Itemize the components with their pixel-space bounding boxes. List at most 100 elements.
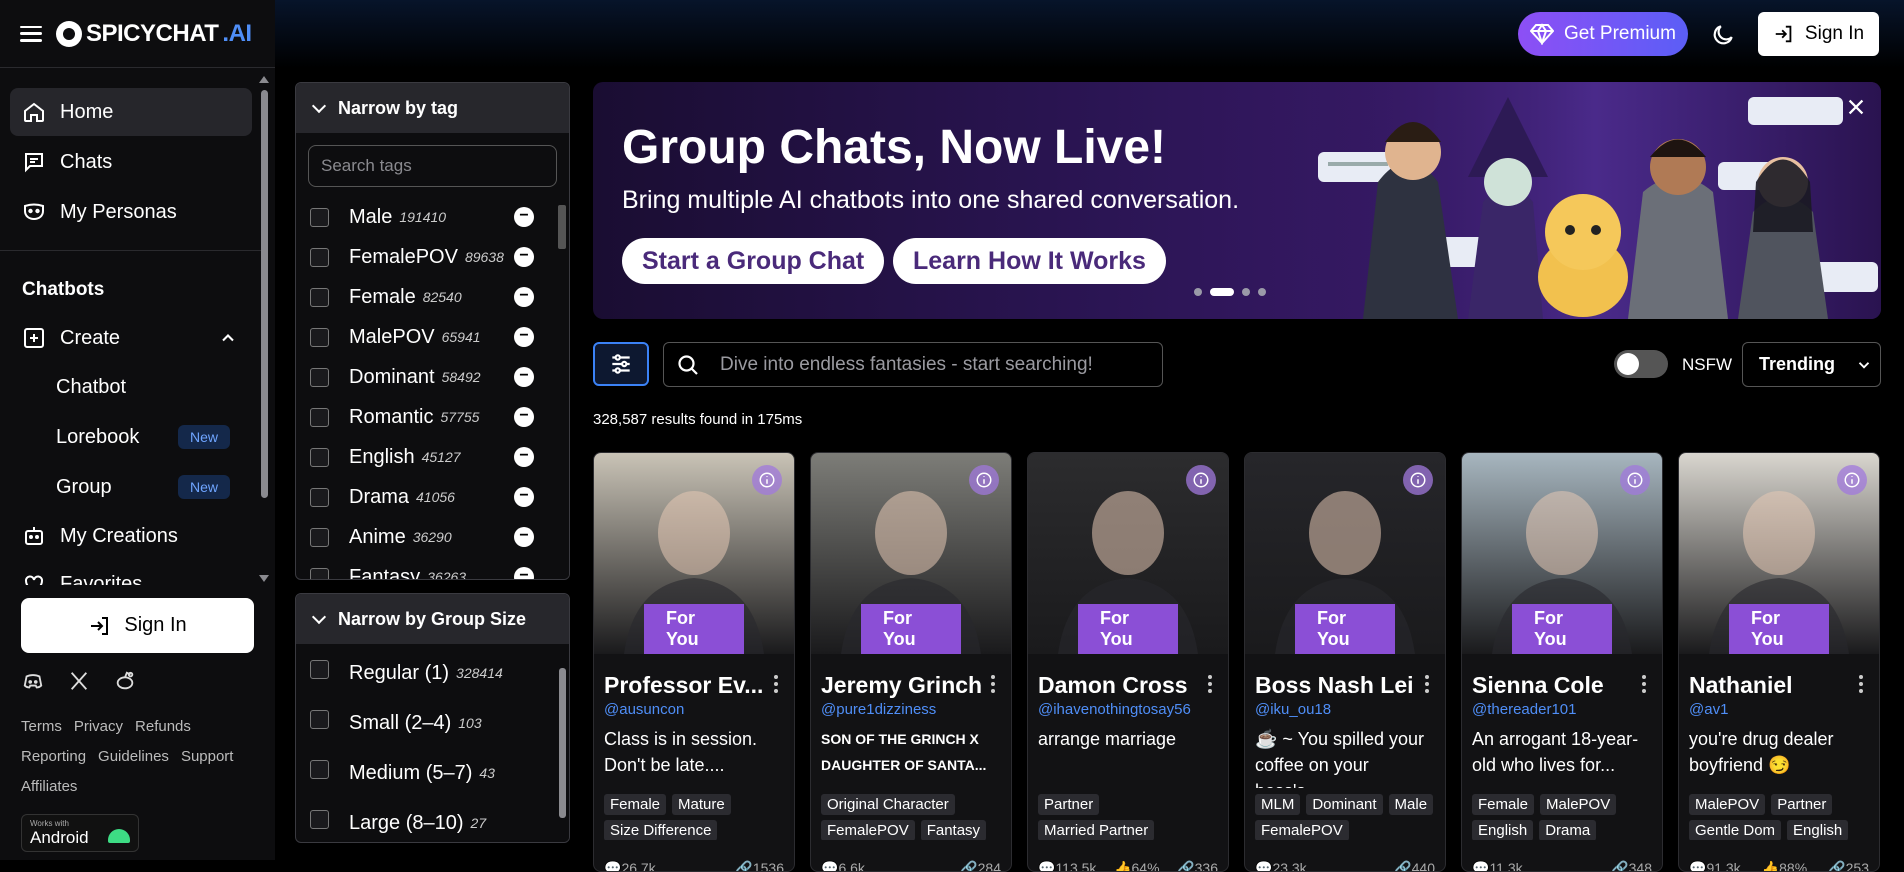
card-tag[interactable]: Original Character	[821, 794, 955, 815]
card-tag[interactable]: English	[1472, 820, 1534, 840]
logo[interactable]: SPICYCHAT .AI	[56, 20, 252, 48]
card-tag[interactable]: Female	[604, 794, 667, 815]
chatbot-card[interactable]: For You Jeremy Grinch @pure1dizziness SO…	[810, 452, 1012, 872]
x-twitter-icon[interactable]	[68, 670, 90, 692]
exclude-tag-button[interactable]: −	[514, 567, 534, 579]
tag-row[interactable]: English 45127 −	[296, 437, 569, 477]
card-tag[interactable]: FemalePOV	[821, 820, 915, 840]
group-size-checkbox[interactable]	[310, 709, 329, 729]
more-options-icon[interactable]	[774, 675, 778, 693]
reddit-icon[interactable]	[114, 670, 136, 692]
exclude-tag-button[interactable]: −	[514, 527, 534, 547]
exclude-tag-button[interactable]: −	[514, 487, 534, 507]
card-creator-handle[interactable]: @ausuncon	[594, 699, 794, 718]
tag-row[interactable]: Dominant 58492 −	[296, 357, 569, 397]
discord-icon[interactable]	[22, 670, 44, 692]
card-tag[interactable]: Partner	[1038, 794, 1100, 815]
card-avatar-image[interactable]: For You	[811, 453, 1011, 654]
info-icon[interactable]	[1186, 465, 1216, 495]
sidebar-item-chats[interactable]: Chats	[10, 138, 252, 186]
exclude-tag-button[interactable]: −	[514, 327, 534, 347]
card-tag[interactable]: MalePOV	[1689, 794, 1766, 815]
card-tag[interactable]: English	[1787, 820, 1849, 840]
tag-row[interactable]: Fantasy 36263 −	[296, 557, 569, 579]
group-size-row[interactable]: Large (8–10) 27	[296, 798, 569, 842]
exclude-tag-button[interactable]: −	[514, 207, 534, 227]
menu-icon[interactable]	[20, 25, 42, 42]
group-size-checkbox[interactable]	[310, 809, 329, 829]
tag-checkbox[interactable]	[310, 527, 329, 547]
group-size-row[interactable]: Regular (1) 328414	[296, 648, 569, 698]
more-options-icon[interactable]	[991, 675, 995, 693]
group-size-checkbox[interactable]	[310, 659, 329, 679]
group-size-row[interactable]: Medium (5–7) 43	[296, 748, 569, 798]
info-icon[interactable]	[1403, 465, 1433, 495]
card-avatar-image[interactable]: For You	[1462, 453, 1662, 654]
tag-checkbox[interactable]	[310, 447, 329, 467]
tag-checkbox[interactable]	[310, 367, 329, 387]
sidebar-item-chatbot[interactable]: Chatbot	[0, 362, 262, 412]
chatbot-card[interactable]: For You Boss Nash Lei @iku_ou18 ☕ ~ You …	[1244, 452, 1446, 872]
card-tag[interactable]: FemalePOV	[1255, 820, 1349, 840]
tag-checkbox[interactable]	[310, 287, 329, 307]
reporting-link[interactable]: Reporting	[21, 748, 86, 765]
tag-checkbox[interactable]	[310, 567, 329, 579]
card-tag[interactable]: Female	[1472, 794, 1535, 815]
tag-checkbox[interactable]	[310, 247, 329, 267]
tag-row[interactable]: FemalePOV 89638−	[296, 237, 569, 277]
sidebar-item-personas[interactable]: My Personas	[10, 188, 252, 236]
card-creator-handle[interactable]: @ihavenothingtosay56	[1028, 699, 1228, 718]
info-icon[interactable]	[1837, 465, 1867, 495]
card-creator-handle[interactable]: @thereader101	[1462, 699, 1662, 718]
sidebar-item-lorebook[interactable]: Lorebook New	[0, 412, 262, 462]
card-creator-handle[interactable]: @pure1dizziness	[811, 699, 1011, 718]
sidebar-item-favorites[interactable]: Favorites	[10, 560, 252, 585]
card-tag[interactable]: Married Partner	[1038, 820, 1155, 840]
card-avatar-image[interactable]: For You	[1245, 453, 1445, 654]
card-tag[interactable]: Male	[1388, 794, 1434, 815]
more-options-icon[interactable]	[1208, 675, 1212, 693]
tag-row[interactable]: Male 191410 −	[296, 197, 569, 237]
sidebar-scrollbar[interactable]	[258, 72, 270, 582]
sort-dropdown[interactable]: Trending	[1742, 342, 1881, 387]
card-tag[interactable]: MalePOV	[1540, 794, 1617, 815]
tag-row[interactable]: Romantic 57755 −	[296, 397, 569, 437]
chatbot-card[interactable]: For You Professor Ev... @ausuncon Class …	[593, 452, 795, 872]
tag-checkbox[interactable]	[310, 327, 329, 347]
refunds-link[interactable]: Refunds	[135, 718, 191, 735]
card-tag[interactable]: Size Difference	[604, 820, 718, 840]
card-tag[interactable]: MLM	[1255, 794, 1301, 815]
card-creator-handle[interactable]: @iku_ou18	[1245, 699, 1445, 718]
tag-search-input[interactable]: Search tags	[308, 145, 557, 187]
privacy-link[interactable]: Privacy	[74, 718, 123, 735]
sidebar-item-create[interactable]: Create	[10, 314, 252, 362]
more-options-icon[interactable]	[1642, 675, 1646, 693]
guidelines-link[interactable]: Guidelines	[98, 748, 169, 765]
terms-link[interactable]: Terms	[21, 718, 62, 735]
exclude-tag-button[interactable]: −	[514, 247, 534, 267]
exclude-tag-button[interactable]: −	[514, 447, 534, 467]
tag-checkbox[interactable]	[310, 487, 329, 507]
tag-scrollbar[interactable]	[557, 197, 569, 579]
group-size-row[interactable]: Small (2–4) 103	[296, 698, 569, 748]
card-tag[interactable]: Gentle Dom	[1689, 820, 1782, 840]
close-icon[interactable]	[1845, 96, 1867, 118]
search-input[interactable]: Dive into endless fantasies - start sear…	[663, 342, 1163, 387]
info-icon[interactable]	[969, 465, 999, 495]
more-options-icon[interactable]	[1425, 675, 1429, 693]
filter-toggle-button[interactable]	[593, 342, 649, 386]
android-badge[interactable]: Works with Android	[21, 814, 139, 852]
support-link[interactable]: Support	[181, 748, 234, 765]
group-panel-header[interactable]: Narrow by Group Size	[296, 594, 569, 644]
affiliates-link[interactable]: Affiliates	[21, 778, 77, 795]
exclude-tag-button[interactable]: −	[514, 287, 534, 307]
card-tag[interactable]: Fantasy	[920, 820, 987, 840]
carousel-dots[interactable]	[1194, 288, 1266, 296]
learn-how-it-works-button[interactable]: Learn How It Works	[893, 238, 1166, 284]
card-avatar-image[interactable]: For You	[1679, 453, 1879, 654]
chatbot-card[interactable]: For You Nathaniel @av1 you're drug deale…	[1678, 452, 1880, 872]
tag-row[interactable]: MalePOV 65941 −	[296, 317, 569, 357]
group-size-checkbox[interactable]	[310, 759, 329, 779]
exclude-tag-button[interactable]: −	[514, 407, 534, 427]
info-icon[interactable]	[752, 465, 782, 495]
